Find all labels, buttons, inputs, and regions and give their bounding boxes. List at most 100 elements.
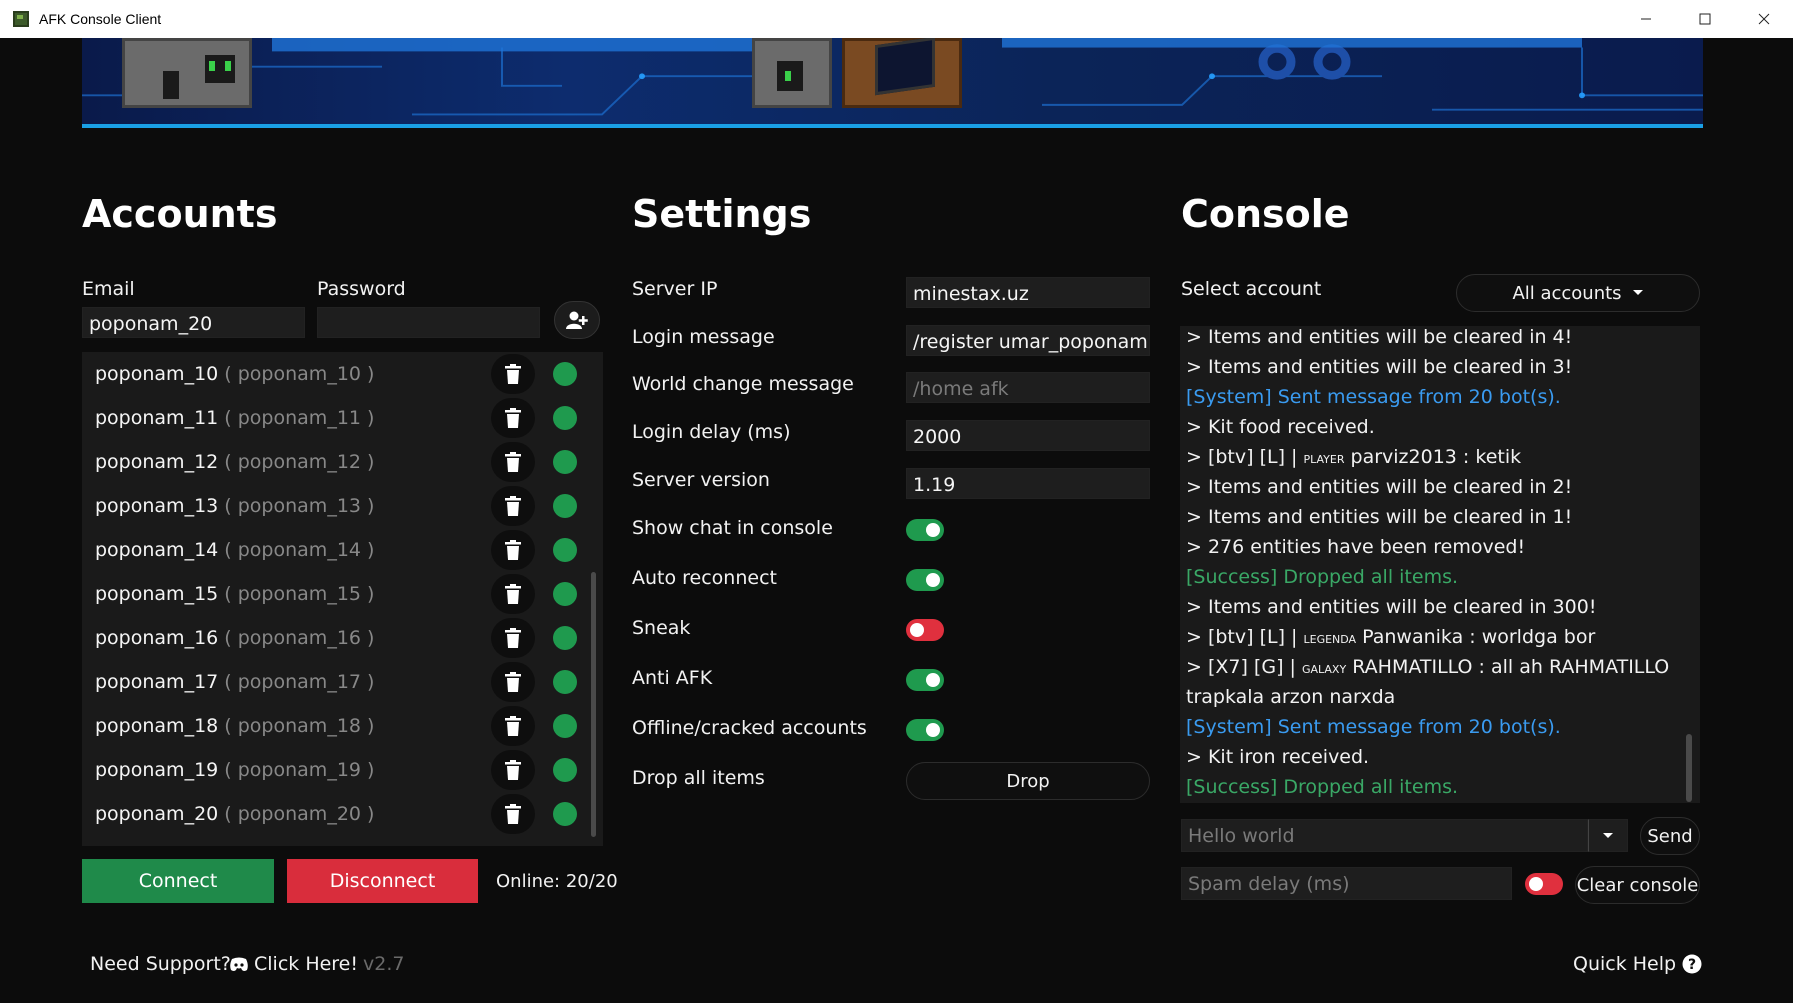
list-item[interactable]: poponam_20 ( poponam_20 ) — [82, 792, 582, 836]
email-label: Email — [82, 278, 135, 300]
list-item[interactable]: poponam_12 ( poponam_12 ) — [82, 440, 582, 484]
online-status-dot — [553, 802, 577, 826]
close-icon — [1758, 13, 1769, 25]
accounts-list: poponam_10 ( poponam_10 ) poponam_11 ( p… — [82, 352, 603, 846]
select-account-label: Select account — [1181, 278, 1322, 300]
disconnect-button[interactable]: Disconnect — [287, 859, 478, 903]
login-delay-label: Login delay (ms) — [632, 421, 791, 443]
clear-console-button[interactable]: Clear console — [1575, 866, 1700, 904]
show-chat-toggle[interactable] — [906, 519, 944, 541]
maximize-button[interactable] — [1675, 0, 1734, 38]
account-name: poponam_11 ( poponam_11 ) — [95, 407, 375, 429]
list-item[interactable]: poponam_16 ( poponam_16 ) — [82, 616, 582, 660]
server-ip-field[interactable]: minestax.uz — [906, 277, 1150, 308]
password-field[interactable] — [317, 307, 540, 338]
console-output: > Items and entities will be cleared in … — [1180, 326, 1700, 803]
close-button[interactable] — [1734, 0, 1793, 38]
server-ip-label: Server IP — [632, 278, 718, 300]
delete-account-button[interactable] — [491, 486, 535, 526]
login-message-field[interactable]: /register umar_poponam u — [906, 325, 1150, 356]
spam-delay-input[interactable]: Spam delay (ms) — [1181, 867, 1512, 900]
account-select-dropdown[interactable]: All accounts — [1456, 274, 1700, 312]
login-delay-field[interactable]: 2000 — [906, 420, 1150, 451]
support-link[interactable]: Click Here! — [229, 953, 358, 975]
list-item[interactable]: poponam_10 ( poponam_10 ) — [82, 352, 582, 396]
delete-account-button[interactable] — [491, 398, 535, 438]
account-name: poponam_10 ( poponam_10 ) — [95, 363, 375, 385]
discord-icon — [230, 957, 248, 971]
list-item[interactable]: poponam_17 ( poponam_17 ) — [82, 660, 582, 704]
account-select-value: All accounts — [1512, 282, 1622, 304]
console-line: > Items and entities will be cleared in … — [1186, 506, 1573, 528]
window-controls — [1616, 0, 1793, 38]
delete-account-button[interactable] — [491, 750, 535, 790]
message-input[interactable]: Hello world — [1181, 819, 1588, 852]
maximize-icon — [1699, 13, 1710, 25]
connect-button[interactable]: Connect — [82, 859, 274, 903]
list-item[interactable]: poponam_19 ( poponam_19 ) — [82, 748, 582, 792]
caret-down-icon — [1632, 290, 1643, 295]
console-line: > [btv] [L] | player parviz2013 : ketik — [1186, 446, 1522, 468]
send-button[interactable]: Send — [1640, 817, 1700, 855]
email-field[interactable]: poponam_20 — [82, 307, 305, 338]
anti-afk-toggle[interactable] — [906, 669, 944, 691]
list-item[interactable]: poponam_15 ( poponam_15 ) — [82, 572, 582, 616]
world-change-field[interactable]: /home afk — [906, 372, 1150, 403]
delete-account-button[interactable] — [491, 354, 535, 394]
account-name: poponam_13 ( poponam_13 ) — [95, 495, 375, 517]
online-status-dot — [553, 670, 577, 694]
version-label: v2.7 — [363, 953, 405, 975]
quick-help-link[interactable]: Quick Help ? — [1573, 953, 1702, 975]
list-item[interactable]: poponam_13 ( poponam_13 ) — [82, 484, 582, 528]
account-name: poponam_19 ( poponam_19 ) — [95, 759, 375, 781]
accounts-scrollbar[interactable] — [591, 572, 596, 837]
trash-icon — [505, 540, 521, 560]
offline-accounts-label: Offline/cracked accounts — [632, 717, 867, 739]
console-line: [System] Sent message from 20 bot(s). — [1186, 386, 1561, 408]
account-name: poponam_15 ( poponam_15 ) — [95, 583, 375, 605]
minimize-button[interactable] — [1616, 0, 1675, 38]
account-name: poponam_16 ( poponam_16 ) — [95, 627, 375, 649]
offline-accounts-toggle[interactable] — [906, 719, 944, 741]
help-icon: ? — [1682, 954, 1702, 974]
delete-account-button[interactable] — [491, 706, 535, 746]
auto-reconnect-toggle[interactable] — [906, 569, 944, 591]
console-scrollbar[interactable] — [1686, 734, 1692, 802]
sneak-toggle[interactable] — [906, 619, 944, 641]
console-line: > Items and entities will be cleared in … — [1186, 356, 1573, 378]
click-here-link[interactable]: Click Here! — [254, 953, 358, 975]
online-status-dot — [553, 494, 577, 518]
console-line: > Items and entities will be cleared in … — [1186, 596, 1597, 618]
trash-icon — [505, 408, 521, 428]
online-status-dot — [553, 582, 577, 606]
list-item[interactable]: poponam_14 ( poponam_14 ) — [82, 528, 582, 572]
delete-account-button[interactable] — [491, 662, 535, 702]
delete-account-button[interactable] — [491, 794, 535, 834]
trash-icon — [505, 760, 521, 780]
app-icon — [13, 11, 29, 27]
list-item[interactable]: poponam_11 ( poponam_11 ) — [82, 396, 582, 440]
online-status-dot — [553, 758, 577, 782]
online-status-dot — [553, 362, 577, 386]
account-name: poponam_18 ( poponam_18 ) — [95, 715, 375, 737]
add-account-button[interactable] — [554, 301, 600, 339]
drop-button[interactable]: Drop — [906, 762, 1150, 800]
console-line: > 276 entities have been removed! — [1186, 536, 1526, 558]
message-history-dropdown[interactable] — [1588, 819, 1628, 852]
list-item[interactable]: poponam_18 ( poponam_18 ) — [82, 704, 582, 748]
console-line: > Items and entities will be cleared in … — [1186, 326, 1573, 348]
online-status-dot — [553, 450, 577, 474]
minimize-icon — [1640, 18, 1651, 20]
delete-account-button[interactable] — [491, 442, 535, 482]
delete-account-button[interactable] — [491, 530, 535, 570]
delete-account-button[interactable] — [491, 618, 535, 658]
online-status-dot — [553, 714, 577, 738]
delete-account-button[interactable] — [491, 574, 535, 614]
spam-toggle[interactable] — [1525, 873, 1563, 895]
server-version-field[interactable]: 1.19 — [906, 468, 1150, 499]
online-status-dot — [553, 538, 577, 562]
account-name: poponam_14 ( poponam_14 ) — [95, 539, 375, 561]
support-text: Need Support? — [90, 953, 231, 975]
console-line: > Kit food received. — [1186, 416, 1375, 438]
svg-text:?: ? — [1688, 957, 1696, 973]
